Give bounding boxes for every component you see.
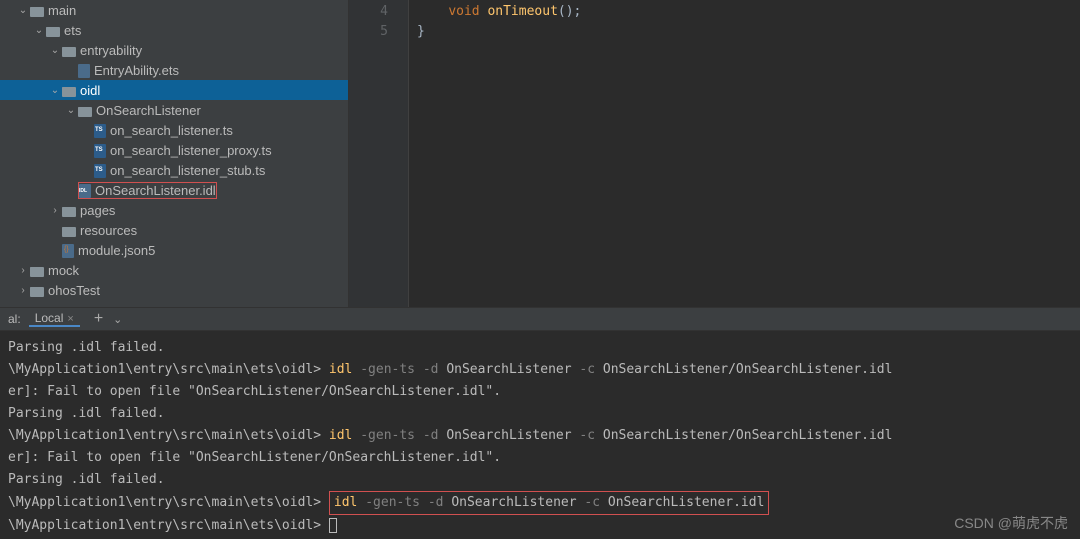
code-editor[interactable]: 4 5 void onTimeout(); } <box>349 0 1080 307</box>
tree-label: ets <box>64 23 81 38</box>
terminal-tab-bar[interactable]: al: Local× + ⌄ <box>0 307 1080 331</box>
chevron-right-icon: › <box>16 285 30 296</box>
ts-file-icon <box>94 144 106 158</box>
tree-label: module.json5 <box>78 243 155 258</box>
tree-idl-file[interactable]: OnSearchListener.idl <box>0 180 348 200</box>
terminal-cursor <box>329 518 337 533</box>
folder-icon <box>78 107 92 117</box>
chevron-down-icon: ⌄ <box>64 105 78 116</box>
terminal-output[interactable]: Parsing .idl failed. \MyApplication1\ent… <box>0 331 1080 539</box>
line-number: 5 <box>349 22 388 42</box>
tree-entryability[interactable]: ⌄ entryability <box>0 40 348 60</box>
folder-icon <box>62 207 76 217</box>
terminal-line: \MyApplication1\entry\src\main\ets\oidl>… <box>8 491 1072 515</box>
line-numbers: 4 5 <box>349 0 409 307</box>
ts-file-icon <box>94 164 106 178</box>
tree-label: OnSearchListener.idl <box>95 183 216 198</box>
tree-proxy-ts[interactable]: on_search_listener_proxy.ts <box>0 140 348 160</box>
terminal-tab-local[interactable]: Local× <box>29 311 80 327</box>
terminal-line: \MyApplication1\entry\src\main\ets\oidl>… <box>8 359 1072 381</box>
tree-stub-ts[interactable]: on_search_listener_stub.ts <box>0 160 348 180</box>
terminal-line: er]: Fail to open file "OnSearchListener… <box>8 447 1072 469</box>
line-number: 4 <box>349 2 388 22</box>
code-area[interactable]: void onTimeout(); } <box>409 0 1080 307</box>
tree-oidl[interactable]: ⌄ oidl <box>0 80 348 100</box>
folder-icon <box>62 87 76 97</box>
tree-module-json[interactable]: ›module.json5 <box>0 240 348 260</box>
tree-label: OnSearchListener <box>96 103 201 118</box>
tree-label: ohosTest <box>48 283 100 298</box>
idl-file-icon <box>79 184 91 198</box>
folder-icon <box>30 267 44 277</box>
chevron-down-icon: ⌄ <box>48 85 62 96</box>
terminal-line: Parsing .idl failed. <box>8 403 1072 425</box>
close-icon[interactable]: × <box>67 313 73 325</box>
folder-icon <box>62 227 76 237</box>
dropdown-icon[interactable]: ⌄ <box>113 313 122 326</box>
parens: (); <box>558 4 581 19</box>
terminal-line: er]: Fail to open file "OnSearchListener… <box>8 381 1072 403</box>
tree-pages[interactable]: › pages <box>0 200 348 220</box>
tree-label: entryability <box>80 43 142 58</box>
tree-label: EntryAbility.ets <box>94 63 179 78</box>
project-tree[interactable]: ⌄main ⌄ets ⌄entryability EntryAbility.et… <box>0 0 349 307</box>
keyword: void <box>448 4 479 19</box>
tree-label: mock <box>48 263 79 278</box>
tree-entryability-file[interactable]: EntryAbility.ets <box>0 60 348 80</box>
tree-label: on_search_listener.ts <box>110 123 233 138</box>
add-terminal-button[interactable]: + <box>94 310 103 328</box>
tree-label: main <box>48 3 76 18</box>
method-name: onTimeout <box>487 4 557 19</box>
close-brace: } <box>417 24 425 39</box>
tree-resources[interactable]: ›resources <box>0 220 348 240</box>
ets-file-icon <box>78 64 90 78</box>
watermark: CSDN @萌虎不虎 <box>954 513 1068 533</box>
terminal-line: \MyApplication1\entry\src\main\ets\oidl>… <box>8 425 1072 447</box>
tree-ohostest[interactable]: › ohosTest <box>0 280 348 300</box>
chevron-down-icon: ⌄ <box>48 45 62 56</box>
tree-label: on_search_listener_proxy.ts <box>110 143 272 158</box>
tree-label: oidl <box>80 83 100 98</box>
folder-icon <box>46 27 60 37</box>
json-file-icon <box>62 244 74 258</box>
terminal-line: \MyApplication1\entry\src\main\ets\oidl> <box>8 515 1072 537</box>
tree-mock[interactable]: › mock <box>0 260 348 280</box>
chevron-down-icon: ⌄ <box>32 25 46 36</box>
tree-label: on_search_listener_stub.ts <box>110 163 265 178</box>
folder-icon <box>30 7 44 17</box>
tree-listener-ts[interactable]: on_search_listener.ts <box>0 120 348 140</box>
terminal-prefix: al: <box>8 312 21 326</box>
ts-file-icon <box>94 124 106 138</box>
folder-icon <box>62 47 76 57</box>
folder-icon <box>30 287 44 297</box>
tree-ets[interactable]: ⌄ ets <box>0 20 348 40</box>
chevron-down-icon: ⌄ <box>16 5 30 16</box>
tree-main[interactable]: ⌄ main <box>0 0 348 20</box>
chevron-right-icon: › <box>48 205 62 216</box>
chevron-right-icon: › <box>16 265 30 276</box>
tree-label: pages <box>80 203 115 218</box>
tree-label: resources <box>80 223 137 238</box>
terminal-line: Parsing .idl failed. <box>8 337 1072 359</box>
tree-onsearchlistener[interactable]: ⌄ OnSearchListener <box>0 100 348 120</box>
terminal-line: Parsing .idl failed. <box>8 469 1072 491</box>
